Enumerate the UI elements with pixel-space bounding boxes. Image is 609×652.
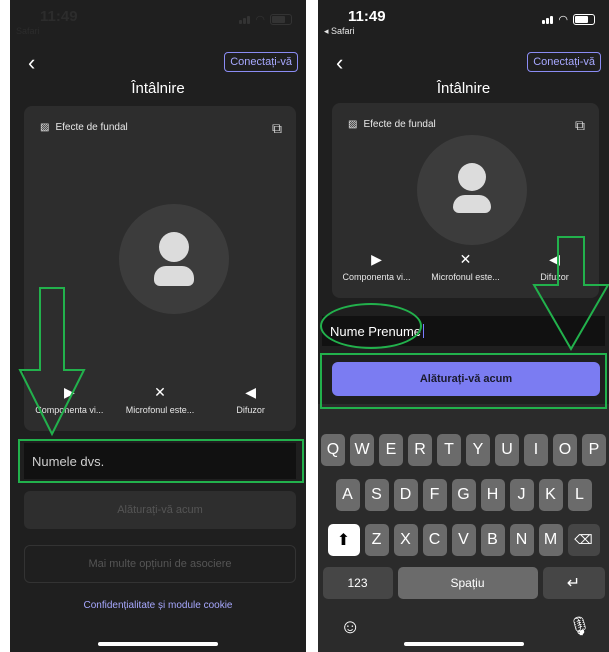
background-effects-label: Efecte de fundal [363, 119, 436, 130]
avatar [119, 204, 229, 314]
home-indicator [403, 642, 524, 646]
key-h[interactable]: H [480, 479, 505, 511]
avatar [417, 135, 527, 245]
speaker-icon: ◀ [245, 384, 257, 400]
left-phone-screen: 11:49 Safari ◠ ‹ Conectați-vă Întâlnire … [10, 0, 306, 652]
microphone-toggle[interactable]: ✕ Microfonul este... [421, 251, 509, 282]
connect-button[interactable]: Conectați-vă [224, 52, 298, 72]
key-s[interactable]: S [364, 479, 389, 511]
key-u[interactable]: U [495, 434, 519, 466]
privacy-cookies-link[interactable]: Confidențialitate și module cookie [10, 600, 306, 611]
return-key[interactable]: ↵ [542, 567, 605, 599]
home-indicator [98, 642, 218, 646]
signal-icon [542, 15, 554, 24]
speaker-toggle[interactable]: ◀ Difuzor [206, 384, 296, 415]
microphone-toggle[interactable]: ✕ Microfonul este... [115, 384, 205, 415]
background-effects-button[interactable]: ▨ Efecte de fundal [348, 119, 436, 130]
connect-button[interactable]: Conectați-vă [527, 52, 601, 72]
key-z[interactable]: Z [364, 524, 389, 556]
numbers-key[interactable]: 123 [322, 567, 393, 599]
key-x[interactable]: X [393, 524, 418, 556]
switch-camera-icon[interactable]: ⧉ [272, 120, 282, 137]
status-time: 11:49 [40, 8, 78, 25]
annotation-arrow-down [532, 236, 609, 351]
key-w[interactable]: W [350, 434, 374, 466]
back-chevron-icon[interactable]: ‹ [28, 50, 35, 76]
background-effects-label: Efecte de fundal [55, 122, 128, 133]
battery-icon [573, 14, 595, 25]
text-caret [423, 324, 425, 338]
battery-icon [270, 14, 292, 25]
right-phone-screen: 11:49 ◂ Safari ◠ ‹ Conectați-vă Întâlnir… [318, 0, 609, 652]
status-icons: ◠ [239, 13, 292, 26]
key-f[interactable]: F [422, 479, 447, 511]
key-y[interactable]: Y [466, 434, 490, 466]
status-time: 11:49 [348, 8, 386, 25]
key-n[interactable]: N [509, 524, 534, 556]
annotation-ellipse-name [320, 303, 422, 349]
key-v[interactable]: V [451, 524, 476, 556]
key-t[interactable]: T [437, 434, 461, 466]
join-now-button[interactable]: Alăturați-vă acum [24, 491, 296, 529]
key-g[interactable]: G [451, 479, 476, 511]
mic-off-icon: ✕ [459, 251, 472, 267]
microphone-label: Microfonul este... [431, 272, 500, 282]
wifi-icon: ◠ [255, 14, 265, 26]
key-o[interactable]: O [553, 434, 577, 466]
wifi-icon: ◠ [558, 14, 568, 26]
camera-off-icon: ▶ [371, 251, 382, 267]
background-effects-button[interactable]: ▨ Efecte de fundal [40, 122, 128, 133]
page-title: Întâlnire [131, 80, 185, 97]
key-l[interactable]: L [567, 479, 592, 511]
annotation-arrow-down [18, 287, 86, 437]
space-key[interactable]: Spațiu [397, 567, 538, 599]
page-title: Întâlnire [436, 80, 491, 97]
signal-icon [239, 15, 251, 24]
background-effects-icon: ▨ [348, 119, 358, 130]
microphone-dictation-icon[interactable]: 🎙 [568, 616, 591, 637]
key-j[interactable]: J [509, 479, 534, 511]
key-p[interactable]: P [582, 434, 606, 466]
key-r[interactable]: R [408, 434, 432, 466]
backspace-icon: ⌫ [574, 532, 593, 547]
status-icons: ◠ [542, 13, 595, 26]
key-i[interactable]: I [524, 434, 548, 466]
speaker-label: Difuzor [236, 405, 265, 415]
key-k[interactable]: K [538, 479, 563, 511]
annotation-highlight-join [320, 353, 607, 409]
key-a[interactable]: A [335, 479, 360, 511]
shift-icon: ⬆ [336, 532, 351, 549]
annotation-highlight-input [18, 439, 304, 483]
onscreen-keyboard: Q W E R T Y U I O P A S D F G H J K L ⬆ … [318, 404, 609, 652]
backspace-key[interactable]: ⌫ [567, 524, 600, 556]
switch-camera-icon[interactable]: ⧉ [575, 117, 585, 134]
key-d[interactable]: D [393, 479, 418, 511]
shift-key[interactable]: ⬆ [327, 524, 360, 556]
key-b[interactable]: B [480, 524, 505, 556]
key-q[interactable]: Q [321, 434, 345, 466]
back-to-safari[interactable]: ◂ Safari [324, 26, 355, 37]
emoji-icon[interactable]: ☺ [340, 616, 360, 639]
key-c[interactable]: C [422, 524, 447, 556]
mic-off-icon: ✕ [154, 384, 166, 400]
camera-label: Componenta vi... [342, 272, 411, 282]
microphone-label: Microfonul este... [125, 405, 195, 415]
camera-toggle[interactable]: ▶ Componenta vi... [332, 251, 420, 282]
back-to-safari[interactable]: Safari [16, 26, 40, 36]
background-effects-icon: ▨ [40, 122, 50, 133]
more-join-options-button[interactable]: Mai multe opțiuni de asociere [24, 545, 296, 583]
key-e[interactable]: E [379, 434, 403, 466]
back-chevron-icon[interactable]: ‹ [336, 50, 343, 76]
key-m[interactable]: M [538, 524, 563, 556]
return-icon: ↵ [566, 575, 581, 592]
